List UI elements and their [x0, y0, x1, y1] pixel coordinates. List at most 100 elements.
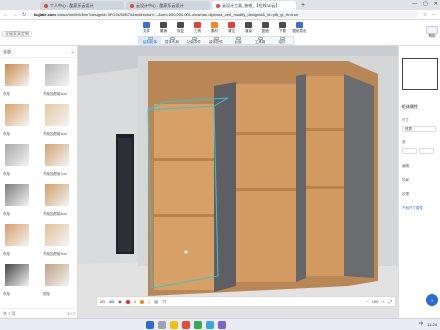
chat-icon[interactable]	[194, 321, 202, 329]
props-title: 柜体属性	[402, 104, 418, 109]
furniture-thumbnail	[5, 64, 29, 86]
grip-handle[interactable]	[184, 250, 188, 254]
search-icon[interactable]	[158, 321, 166, 329]
shelf	[304, 186, 344, 189]
sub-tool-tab[interactable]: 装饰配件	[205, 37, 227, 45]
library-item[interactable]: 衣柜	[1, 220, 39, 258]
site-favicon-icon	[216, 3, 220, 8]
sub-tool-tab[interactable]: 绘制柜体	[139, 37, 161, 45]
compartment-right[interactable]	[304, 76, 344, 276]
browser-tab-active[interactable]: 云设计工具_装修_【在线3D云】	[212, 1, 296, 10]
sub-tools: 绘制柜体 整体布局 功能零件 装饰配件 台面 工具箱 组件	[138, 36, 294, 45]
library-item[interactable]: 衣柜	[1, 260, 39, 298]
fullscreen-icon[interactable]: ⤢	[389, 299, 392, 304]
star-icon[interactable]: ☆	[422, 12, 428, 18]
library-item[interactable]: 衣柜	[1, 180, 39, 218]
sub-tool-tab[interactable]: 功能零件	[183, 37, 205, 45]
help-chat-icon[interactable]: ?	[426, 294, 438, 306]
furniture-thumbnail	[5, 184, 29, 206]
sub-tool-tab[interactable]: 组件	[271, 37, 293, 45]
tool-button[interactable]: 渲染	[240, 22, 257, 36]
maximize-icon[interactable]: ▢	[423, 1, 428, 7]
door-open-right[interactable]	[344, 74, 374, 278]
furniture-thumbnail	[45, 224, 69, 246]
tool-button[interactable]: 图纸	[257, 22, 274, 36]
furniture-thumbnail	[45, 104, 69, 126]
tool-button[interactable]: 撤销	[155, 22, 172, 36]
tool-icon	[245, 22, 252, 28]
library-item[interactable]: 衣柜	[1, 140, 39, 178]
back-icon[interactable]: ←	[3, 12, 9, 18]
filter-icon[interactable]: ⌄	[71, 49, 74, 54]
width-input[interactable]	[402, 148, 417, 154]
library-grid: 衣柜 书柜抽屉组6cm 衣柜 书柜抽屉组6cm 衣柜 书柜抽屉组7cm 衣柜 书柜抽屉组8cm…	[0, 60, 78, 298]
tool-icon	[262, 22, 269, 28]
browser-window: 个人中心 - 酷家乐云设计 云设计中心 - 酷家乐云设计 云设计工具_装修_【在…	[0, 0, 440, 330]
reload-icon[interactable]: ↻	[21, 12, 27, 18]
window-controls: — ▢ ✕	[412, 1, 438, 7]
height-input[interactable]	[419, 148, 434, 154]
tool-button[interactable]: 下载	[274, 22, 291, 36]
sub-tool-tab[interactable]: 整体布局	[161, 37, 183, 45]
tool-button[interactable]: 恢复	[172, 22, 189, 36]
zoom-out-icon[interactable]: −	[365, 299, 367, 304]
wardrobe-scene[interactable]	[78, 46, 398, 318]
tool-icon	[160, 22, 167, 28]
tool-button[interactable]: 图纸导出	[291, 22, 308, 36]
error-icon	[125, 299, 130, 304]
folder-icon[interactable]	[170, 321, 178, 329]
tool-button[interactable]: 素材	[206, 22, 223, 36]
library-item[interactable]: 书柜抽屉组7cm	[41, 140, 79, 178]
browser-tab[interactable]: 个人中心 - 酷家乐云设计	[40, 1, 124, 10]
material-select[interactable]: 材质	[402, 126, 436, 132]
tool-icon	[143, 22, 150, 28]
minimap[interactable]	[402, 58, 438, 90]
furniture-thumbnail	[45, 144, 69, 166]
sub-tool-tab[interactable]: 台面	[227, 37, 249, 45]
furniture-thumbnail	[45, 64, 69, 86]
tool-button[interactable]: 工具	[189, 22, 206, 36]
taskbar-apps	[146, 321, 226, 329]
library-pagination: 共 7 页 1 / 7	[0, 308, 78, 318]
url-field[interactable]: kujiale.com/cloud/tool/h5/bim?designid=3…	[30, 11, 419, 18]
library-item[interactable]: 书柜抽屉组6cm	[41, 60, 79, 98]
layers-icon[interactable]: ▤	[154, 299, 158, 304]
library-item[interactable]: 衣柜	[1, 60, 39, 98]
door-open-middle[interactable]	[296, 74, 306, 282]
app-icon[interactable]	[218, 321, 226, 329]
furniture-thumbnail	[45, 264, 69, 286]
mode-3d-button[interactable]: 3D	[109, 299, 114, 304]
shelf	[154, 214, 214, 217]
start-icon[interactable]	[146, 321, 154, 329]
address-bar: ← → ↻ kujiale.com/cloud/tool/h5/bim?desi…	[0, 10, 440, 20]
tool-button[interactable]: 文件	[138, 22, 155, 36]
help-button[interactable]: 帮助	[426, 26, 438, 39]
3d-viewport[interactable]	[78, 46, 398, 318]
scene-selector[interactable]: 全屋家具定制	[2, 30, 72, 38]
mode-2d-button[interactable]: 2D	[100, 299, 105, 304]
browser-tab[interactable]: 云设计中心 - 酷家乐云设计	[126, 1, 210, 10]
tool-icon	[194, 22, 201, 28]
menu-icon[interactable]: ⋯	[431, 12, 437, 18]
library-item[interactable]: 镜柜	[41, 260, 79, 298]
minimize-icon[interactable]: —	[412, 1, 417, 7]
library-item[interactable]: 书柜抽屉组6cm	[41, 100, 79, 138]
eye-icon[interactable]: ◉	[118, 299, 122, 304]
new-tab-button[interactable]: +	[298, 1, 308, 10]
zoom-in-icon[interactable]: +	[382, 299, 384, 304]
compartment-left[interactable]	[154, 104, 214, 290]
forward-icon[interactable]: →	[12, 12, 18, 18]
library-item[interactable]: 衣柜	[1, 100, 39, 138]
compartment-middle[interactable]	[236, 84, 296, 282]
sub-tool-tab[interactable]: 工具箱	[249, 37, 271, 45]
site-favicon-icon	[130, 3, 134, 8]
furniture-thumbnail	[5, 224, 29, 246]
tool-button[interactable]: 清空	[223, 22, 240, 36]
library-item[interactable]: 书柜抽屉组8cm	[41, 180, 79, 218]
tab-strip: 个人中心 - 酷家乐云设计 云设计中心 - 酷家乐云设计 云设计工具_装修_【在…	[0, 0, 440, 10]
library-item[interactable]: 书柜抽屉组9cm	[41, 220, 79, 258]
close-icon[interactable]: ✕	[434, 1, 438, 7]
site-favicon-icon	[44, 3, 48, 8]
app-icon[interactable]	[206, 321, 214, 329]
browser-icon[interactable]	[182, 321, 190, 329]
